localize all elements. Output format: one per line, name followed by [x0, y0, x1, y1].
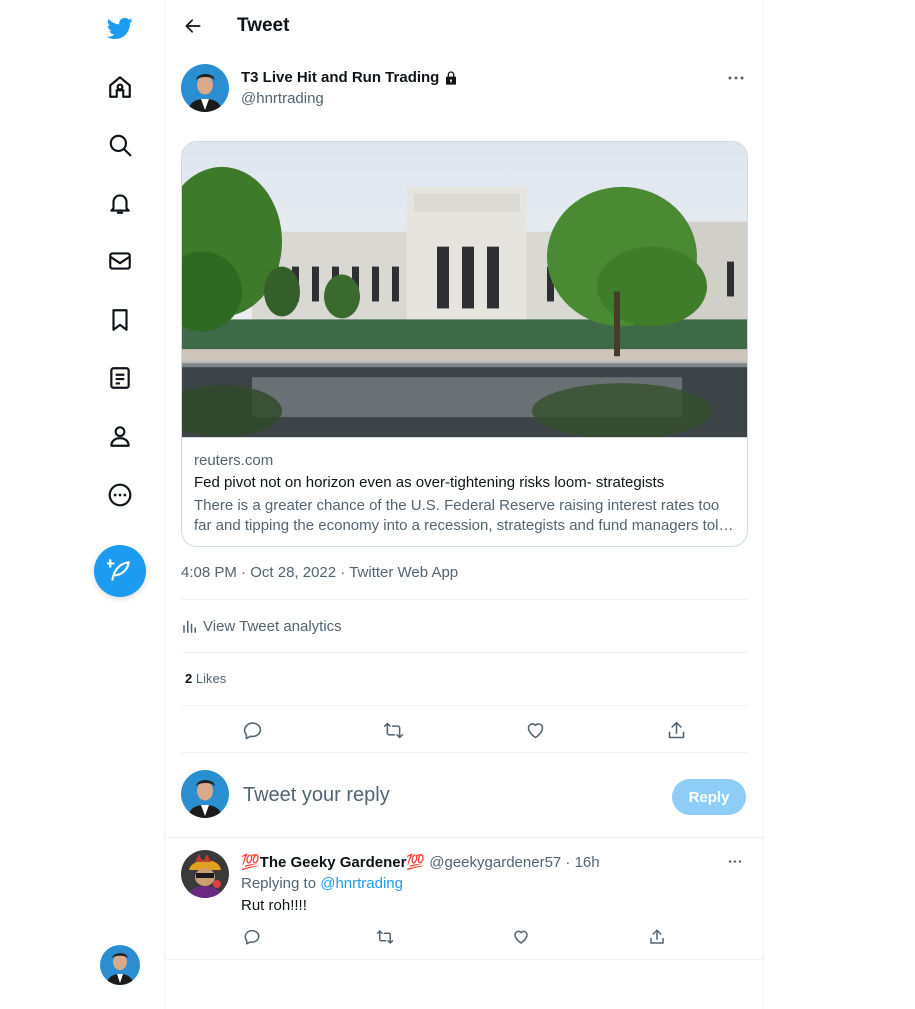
- tweet-date[interactable]: Oct 28, 2022: [250, 564, 336, 581]
- retweet-icon: [376, 930, 394, 944]
- compose-feather-icon: [107, 559, 130, 581]
- tweet-author: T3 Live Hit and Run Trading @hnrtrading: [181, 64, 749, 116]
- meta-separator: ·: [336, 564, 350, 581]
- card-title: Fed pivot not on horizon even as over-ti…: [194, 474, 665, 491]
- reply-button[interactable]: [237, 715, 267, 745]
- card-description-line: There is a greater chance of the U.S. Fe…: [194, 497, 720, 514]
- composer-avatar[interactable]: [181, 770, 229, 818]
- primary-nav: [90, 0, 164, 1009]
- reply-time[interactable]: 16h: [575, 854, 600, 871]
- retweet-icon: [383, 722, 403, 738]
- tweet-meta: 4:08 PM · Oct 28, 2022 · Twitter Web App: [181, 564, 458, 581]
- reply-more-button[interactable]: [722, 852, 748, 870]
- reply-button[interactable]: [241, 926, 263, 948]
- reply-actions: [241, 926, 701, 948]
- lists-icon[interactable]: [98, 356, 142, 400]
- like-button[interactable]: [510, 926, 532, 948]
- twitter-logo-icon[interactable]: [98, 6, 142, 50]
- reply-author-handle[interactable]: @geekygardener57: [429, 854, 561, 871]
- author-name-text: T3 Live Hit and Run Trading: [241, 69, 440, 86]
- divider: [165, 959, 765, 960]
- profile-icon[interactable]: [98, 414, 142, 458]
- share-button[interactable]: [661, 715, 691, 745]
- page-title: Tweet: [237, 15, 290, 36]
- tweet-more-button[interactable]: [723, 68, 749, 88]
- tweet-source[interactable]: Twitter Web App: [349, 564, 458, 581]
- author-name[interactable]: T3 Live Hit and Run Trading: [241, 69, 459, 86]
- reply-submit-button[interactable]: Reply: [672, 779, 746, 815]
- replying-to-prefix: Replying to: [241, 875, 321, 892]
- tweet-actions: [181, 707, 748, 751]
- page-header: Tweet: [165, 0, 765, 53]
- analytics-bar-icon: [183, 620, 196, 633]
- reply-icon: [244, 929, 260, 945]
- share-button[interactable]: [646, 926, 668, 948]
- author-handle[interactable]: @hnrtrading: [241, 90, 324, 107]
- like-button[interactable]: [520, 715, 550, 745]
- replying-to: Replying to @hnrtrading: [241, 875, 403, 892]
- likes-label: Likes: [192, 671, 227, 686]
- replying-to-handle-link[interactable]: @hnrtrading: [320, 875, 403, 892]
- messages-icon[interactable]: [98, 239, 142, 283]
- main-column: Tweet T3 Live Hit and Run Trading @hnrtr…: [164, 0, 765, 1009]
- reply-input[interactable]: [243, 784, 663, 807]
- tweet-time[interactable]: 4:08 PM: [181, 564, 237, 581]
- back-button[interactable]: [177, 10, 209, 42]
- compose-tweet-button[interactable]: [94, 545, 146, 597]
- reply-text: Rut roh!!!!: [241, 897, 307, 914]
- lock-icon: [446, 70, 457, 85]
- reply-author-name[interactable]: 💯The Geeky Gardener💯: [241, 854, 425, 871]
- arrow-left-icon: [185, 19, 201, 33]
- search-icon[interactable]: [98, 123, 142, 167]
- divider: [181, 652, 748, 653]
- meta-separator: ·: [236, 564, 251, 581]
- retweet-button[interactable]: [378, 715, 408, 745]
- share-icon: [668, 721, 684, 738]
- reply-header: 💯The Geeky Gardener💯 @geekygardener57 · …: [241, 853, 600, 871]
- bookmarks-icon[interactable]: [98, 298, 142, 342]
- link-card[interactable]: reuters.com Fed pivot not on horizon eve…: [181, 141, 748, 547]
- analytics-label: View Tweet analytics: [203, 617, 342, 635]
- divider: [165, 837, 765, 838]
- reply-tweet[interactable]: 💯The Geeky Gardener💯 @geekygardener57 · …: [181, 850, 748, 950]
- more-horizontal-icon: [728, 76, 744, 80]
- view-analytics-link[interactable]: View Tweet analytics: [181, 617, 342, 635]
- meta-separator: ·: [561, 854, 575, 871]
- likes-count-link[interactable]: 2 Likes: [185, 671, 226, 686]
- card-domain: reuters.com: [194, 452, 274, 469]
- heart-icon: [527, 722, 543, 738]
- more-icon[interactable]: [98, 473, 142, 517]
- reply-composer: Reply: [181, 770, 748, 826]
- author-avatar[interactable]: [181, 64, 229, 112]
- account-avatar[interactable]: [100, 945, 140, 985]
- heart-icon: [514, 930, 528, 944]
- divider: [181, 752, 748, 753]
- share-icon: [650, 929, 664, 944]
- card-description: There is a greater chance of the U.S. Fe…: [194, 496, 734, 536]
- notifications-icon[interactable]: [98, 181, 142, 225]
- retweet-button[interactable]: [374, 926, 396, 948]
- divider: [181, 705, 748, 706]
- card-description-line: far and tipping the economy into a reces…: [194, 517, 734, 534]
- divider: [181, 599, 748, 600]
- home-icon[interactable]: [98, 65, 142, 109]
- more-horizontal-icon: [728, 859, 742, 863]
- reply-icon: [243, 721, 261, 739]
- federal-reserve-building-photo: [182, 142, 747, 438]
- reply-author-avatar[interactable]: [181, 850, 229, 898]
